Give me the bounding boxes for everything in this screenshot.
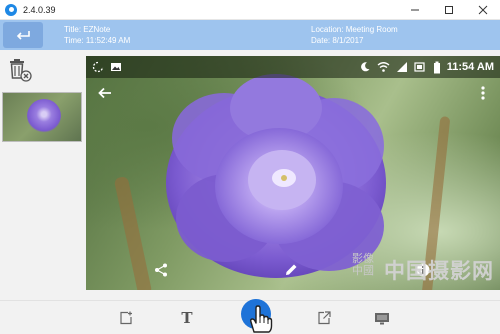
close-icon — [478, 5, 488, 15]
delete-button[interactable] — [8, 58, 32, 82]
note-date: Date: 8/1/2017 — [311, 36, 364, 45]
status-clock: 11:54 AM — [446, 61, 494, 73]
watermark-text: 中国摄影网 — [384, 260, 494, 283]
maximize-button[interactable] — [432, 0, 466, 20]
note-location: Location: Meeting Room — [311, 25, 398, 34]
maximize-icon — [445, 6, 453, 14]
signal-icon — [396, 62, 407, 72]
thumbnail-sidebar — [0, 50, 84, 300]
watermark: 影像 中國 中国摄影网 — [348, 250, 494, 290]
data-icon — [414, 62, 425, 72]
window-controls — [398, 0, 500, 20]
note-location-date: Location: Meeting Room Date: 8/1/2017 — [311, 24, 398, 46]
moon-icon — [360, 62, 370, 72]
back-arrow-icon[interactable] — [98, 86, 112, 100]
note-title-time: Title: EZNote Time: 11:52:49 AM — [64, 24, 130, 46]
minimize-button[interactable] — [398, 0, 432, 20]
thumbnail-flower-image — [27, 99, 61, 133]
window-titlebar: 2.4.0.39 — [0, 0, 500, 20]
screen-icon — [375, 313, 389, 325]
trash-delete-icon — [10, 59, 32, 82]
share-icon[interactable] — [154, 263, 168, 277]
note-info-header: Title: EZNote Time: 11:52:49 AM Location… — [0, 20, 500, 50]
more-vert-icon[interactable] — [480, 85, 486, 101]
text-button[interactable]: T — [178, 309, 196, 327]
edit-icon[interactable] — [284, 263, 298, 277]
back-arrow-icon — [16, 31, 30, 40]
screen-button[interactable] — [373, 309, 391, 327]
note-time: Time: 11:52:49 AM — [64, 36, 131, 45]
window-title: 2.4.0.39 — [23, 4, 56, 15]
app-icon — [5, 3, 17, 16]
sync-icon — [92, 61, 104, 73]
wifi-icon — [377, 62, 390, 72]
text-icon: T — [181, 309, 193, 327]
minimize-icon — [411, 9, 419, 11]
background-stem — [113, 175, 153, 290]
add-note-button[interactable] — [117, 309, 135, 327]
touch-icon — [250, 305, 273, 333]
watermark-seal: 影像 中國 — [352, 252, 374, 277]
back-button[interactable] — [3, 22, 43, 48]
phone-status-bar: 11:54 AM — [86, 56, 500, 78]
export-icon — [318, 311, 331, 325]
close-button[interactable] — [466, 0, 500, 20]
note-title: Title: EZNote — [64, 25, 111, 34]
battery-icon — [433, 61, 440, 73]
add-note-icon — [120, 311, 132, 325]
image-icon — [111, 63, 121, 71]
flower-thumbnail[interactable] — [2, 92, 82, 142]
export-button[interactable] — [315, 309, 333, 327]
